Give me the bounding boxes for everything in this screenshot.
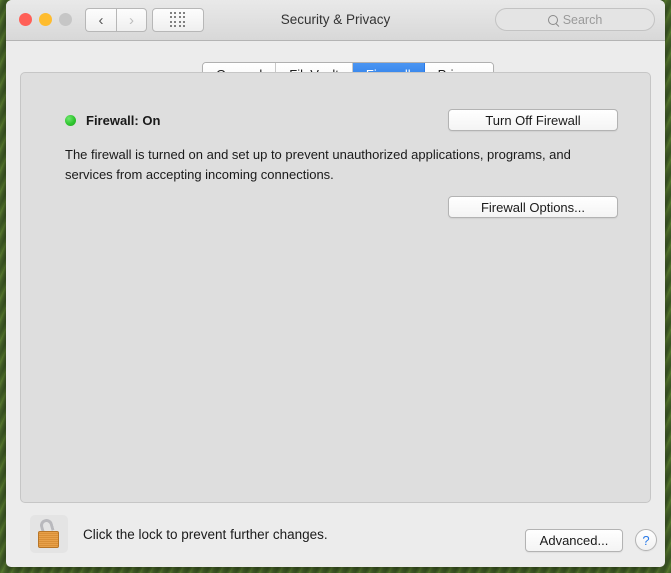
firewall-status: Firewall: On (65, 113, 160, 128)
system-preferences-window: ‹ › Security & Privacy Search General Fi… (6, 0, 665, 567)
search-input[interactable]: Search (495, 8, 655, 31)
lock-message: Click the lock to prevent further change… (83, 526, 328, 542)
firewall-description: The firewall is turned on and set up to … (65, 147, 571, 182)
window-titlebar: ‹ › Security & Privacy Search (6, 0, 665, 41)
firewall-options-button[interactable]: Firewall Options... (448, 196, 618, 218)
help-button[interactable]: ? (635, 529, 657, 551)
unlocked-padlock-icon[interactable] (30, 515, 68, 553)
advanced-button[interactable]: Advanced... (525, 529, 623, 552)
turn-off-firewall-button[interactable]: Turn Off Firewall (448, 109, 618, 131)
padlock-body (38, 531, 59, 548)
search-icon (547, 14, 558, 25)
status-indicator-dot (65, 115, 76, 126)
firewall-panel: Firewall: On The firewall is turned on a… (20, 72, 651, 503)
firewall-status-label: Firewall: On (86, 113, 161, 128)
lock-area: Click the lock to prevent further change… (30, 515, 328, 553)
search-placeholder: Search (562, 12, 603, 27)
